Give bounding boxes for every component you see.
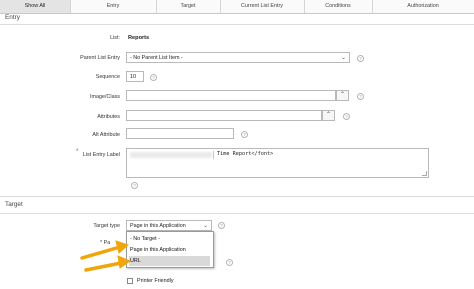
arrow-icon xyxy=(80,240,129,260)
annotation-arrows xyxy=(80,240,132,272)
arrow-icon xyxy=(84,255,132,272)
